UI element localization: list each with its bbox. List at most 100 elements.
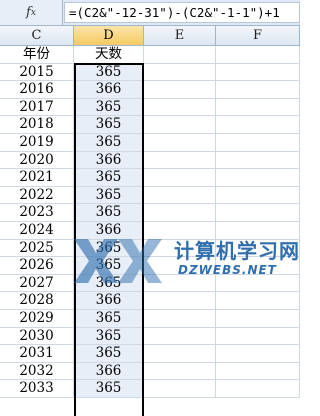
formula-bar: fx =(C2&"-12-31")-(C2&"-1-1")+1 [0, 0, 300, 26]
cell-empty[interactable] [216, 274, 300, 293]
cell-year[interactable]: 2016 [0, 81, 74, 99]
cell-empty[interactable] [144, 81, 216, 99]
cell-empty[interactable] [144, 204, 216, 222]
cell-days[interactable]: 366 [74, 81, 144, 99]
cell-year[interactable]: 2020 [0, 151, 74, 170]
cell-empty[interactable] [216, 151, 300, 170]
cell-empty[interactable] [216, 116, 300, 134]
cell-year[interactable]: 2018 [0, 116, 74, 134]
cell-days[interactable]: 365 [74, 133, 144, 152]
cell-empty[interactable] [144, 98, 216, 117]
cell-year[interactable]: 2023 [0, 204, 74, 222]
cell-empty[interactable] [144, 133, 216, 152]
cell-days[interactable]: 365 [74, 309, 144, 328]
cell-days[interactable]: 365 [74, 204, 144, 222]
cell-empty[interactable] [216, 345, 300, 363]
cell-year[interactable]: 2024 [0, 221, 74, 240]
fx-icon[interactable]: fx [0, 0, 63, 25]
table-row: 2021 365 [0, 169, 300, 187]
cell-empty[interactable] [144, 362, 216, 381]
column-header-c[interactable]: C [0, 26, 74, 45]
cell-empty[interactable] [144, 221, 216, 240]
cell-year[interactable]: 2015 [0, 63, 74, 82]
cell-empty[interactable] [216, 362, 300, 381]
cell-year[interactable]: 2032 [0, 362, 74, 381]
cell-empty[interactable] [216, 239, 300, 258]
cell-days-header[interactable]: 天数 [74, 46, 144, 64]
cell-empty[interactable] [216, 221, 300, 240]
cell-days[interactable]: 366 [74, 221, 144, 240]
cell-days[interactable]: 365 [74, 257, 144, 275]
cell-empty[interactable] [216, 98, 300, 117]
cell-year[interactable]: 2025 [0, 239, 74, 258]
cell-empty[interactable] [144, 292, 216, 310]
table-row: 2023 365 [0, 204, 300, 222]
cell-days[interactable]: 366 [74, 151, 144, 170]
cell-empty[interactable] [216, 309, 300, 328]
cell-year[interactable]: 2028 [0, 292, 74, 310]
cell-days[interactable]: 365 [74, 239, 144, 258]
cell-empty[interactable] [144, 239, 216, 258]
table-row: 2027 365 [0, 274, 300, 293]
cell-year[interactable]: 2033 [0, 380, 74, 398]
table-row: 2024 366 [0, 221, 300, 240]
cell-days[interactable]: 365 [74, 345, 144, 363]
cell-days[interactable]: 366 [74, 292, 144, 310]
column-header-e[interactable]: E [144, 26, 216, 45]
cell-empty[interactable] [144, 63, 216, 82]
cell-empty[interactable] [216, 292, 300, 310]
table-row: 2015 365 [0, 63, 300, 82]
cell-empty[interactable] [216, 81, 300, 99]
formula-input[interactable]: =(C2&"-12-31")-(C2&"-1-1")+1 [64, 2, 300, 23]
cell-empty[interactable] [144, 327, 216, 346]
cell-empty[interactable] [216, 204, 300, 222]
table-row: 2022 365 [0, 186, 300, 205]
cell-empty[interactable] [144, 186, 216, 205]
cell-days[interactable]: 365 [74, 116, 144, 134]
cell-days[interactable]: 365 [74, 380, 144, 398]
cell-days[interactable]: 365 [74, 98, 144, 117]
cell-year[interactable]: 2031 [0, 345, 74, 363]
cell-empty[interactable] [144, 257, 216, 275]
cell-empty[interactable] [144, 309, 216, 328]
cell-days[interactable]: 365 [74, 186, 144, 205]
column-header-f[interactable]: F [216, 26, 300, 45]
cell-days[interactable]: 365 [74, 63, 144, 82]
cell-days[interactable]: 365 [74, 327, 144, 346]
cell-year[interactable]: 2026 [0, 257, 74, 275]
cell-empty[interactable] [144, 116, 216, 134]
table-row: 2032 366 [0, 362, 300, 381]
cell-empty[interactable] [216, 169, 300, 187]
cell-empty[interactable] [216, 327, 300, 346]
cell-empty[interactable] [216, 46, 300, 64]
cell-empty[interactable] [144, 345, 216, 363]
table-row: 2028 366 [0, 292, 300, 310]
cell-days[interactable]: 365 [74, 274, 144, 293]
cell-year[interactable]: 2022 [0, 186, 74, 205]
cell-empty[interactable] [216, 63, 300, 82]
cell-year[interactable]: 2021 [0, 169, 74, 187]
cell-empty[interactable] [216, 186, 300, 205]
table-row: 2030 365 [0, 327, 300, 346]
cell-empty[interactable] [216, 257, 300, 275]
cell-year[interactable]: 2017 [0, 98, 74, 117]
column-header-d[interactable]: D [74, 26, 144, 45]
table-row: 2026 365 [0, 257, 300, 275]
cell-year[interactable]: 2019 [0, 133, 74, 152]
cell-year[interactable]: 2030 [0, 327, 74, 346]
cell-days[interactable]: 365 [74, 169, 144, 187]
table-row: 2025 365 [0, 239, 300, 258]
cell-empty[interactable] [144, 151, 216, 170]
cell-year-header[interactable]: 年份 [0, 46, 74, 64]
cell-empty[interactable] [144, 274, 216, 293]
spreadsheet-grid[interactable]: C D E F 年份 天数 2015 365 2016 366 2017 365 2018 3… [0, 26, 300, 416]
cell-empty[interactable] [144, 46, 216, 64]
cell-empty[interactable] [216, 133, 300, 152]
cell-empty[interactable] [216, 380, 300, 398]
table-row: 2016 366 [0, 81, 300, 99]
cell-empty[interactable] [144, 169, 216, 187]
cell-empty[interactable] [144, 380, 216, 398]
cell-year[interactable]: 2029 [0, 309, 74, 328]
cell-days[interactable]: 366 [74, 362, 144, 381]
cell-year[interactable]: 2027 [0, 274, 74, 293]
